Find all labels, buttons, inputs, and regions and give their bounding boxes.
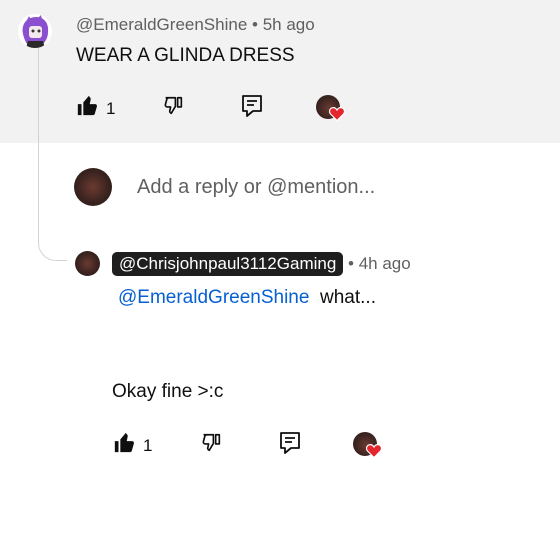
dislike-button[interactable] xyxy=(162,95,186,122)
comment-meta: @EmeraldGreenShine • 5h ago xyxy=(76,15,315,35)
comment-time[interactable]: 5h ago xyxy=(263,15,315,34)
mention-link[interactable]: @EmeraldGreenShine xyxy=(118,287,309,308)
reply-button[interactable] xyxy=(241,94,263,123)
thumbs-down-icon xyxy=(162,95,186,122)
comment-text: WEAR A GLINDA DRESS xyxy=(76,45,295,66)
comment-author[interactable]: @EmeraldGreenShine xyxy=(76,15,247,34)
reply-thread-line xyxy=(38,48,67,261)
creator-heart-icon xyxy=(366,444,382,458)
like-count: 1 xyxy=(143,435,153,455)
thumbs-down-icon xyxy=(200,432,224,459)
reply-reply-button[interactable] xyxy=(279,431,301,460)
your-avatar xyxy=(74,168,112,206)
reply-text: @EmeraldGreenShine what... xyxy=(118,287,376,309)
reply-comment-icon xyxy=(241,94,263,123)
like-button[interactable]: 1 xyxy=(76,95,115,122)
creator-heart-badge xyxy=(316,95,345,121)
reply-meta: @Chrisjohnpaul3112Gaming • 4h ago xyxy=(112,252,411,276)
reply-time[interactable]: 4h ago xyxy=(359,254,411,273)
creator-heart-badge xyxy=(353,432,382,458)
reply-input[interactable]: Add a reply or @mention... xyxy=(137,176,375,199)
commenter-avatar[interactable] xyxy=(18,14,52,48)
reply-like-button[interactable]: 1 xyxy=(113,432,152,459)
reply-comment-icon xyxy=(279,431,301,460)
meta-separator: • xyxy=(348,254,354,273)
reply-dislike-button[interactable] xyxy=(200,432,224,459)
reply-second-line: Okay fine >:c xyxy=(112,381,224,402)
like-count: 1 xyxy=(106,98,116,118)
reply-author-avatar[interactable] xyxy=(75,251,100,276)
thumbs-up-icon xyxy=(76,95,98,122)
reply-author-chip[interactable]: @Chrisjohnpaul3112Gaming xyxy=(112,252,344,276)
thumbs-up-icon xyxy=(113,432,135,459)
reply-text-after-mention: what... xyxy=(320,287,376,308)
meta-separator: • xyxy=(252,15,258,34)
creator-heart-icon xyxy=(329,107,345,121)
